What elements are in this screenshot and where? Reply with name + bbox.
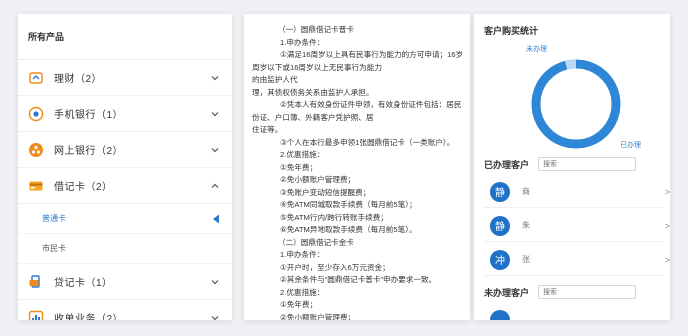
sidebar-item-debit-card[interactable]: 借记卡（2） [18, 168, 232, 204]
chevron-down-icon[interactable] [210, 73, 220, 83]
description-line: ②凭本人有效身份证件申领，有效身份证件包括：居民身 [280, 100, 462, 109]
sidebar-item-label: 贷记卡（1） [54, 278, 113, 289]
chevron-down-icon[interactable] [210, 277, 220, 287]
description-line: 理，其债权债务关系由监护人承担。 [252, 87, 374, 97]
customer-name: 张 [522, 255, 530, 264]
customer-row[interactable]: 静 商 > [484, 176, 670, 208]
avatar [490, 310, 510, 320]
customer-name: 商 [522, 187, 530, 196]
description-line: ⑥免ATM异地取款手续费（每月前5笔）。 [280, 225, 417, 234]
description-line: ③个人在本行最多申领1张圆鼎借记卡（一类账户）。 [280, 137, 455, 147]
chevron-right-icon[interactable]: > [665, 187, 670, 197]
description-line: 1.申办条件： [280, 37, 325, 47]
wallet-icon [28, 70, 44, 86]
product-description: （一）圆鼎借记卡普卡 1.申办条件： ①满足16周岁以上具有民事行为能力的方可申请；… [244, 14, 470, 320]
notdone-customers-title: 未办理客户 [484, 288, 530, 298]
description-line: 2.优惠措施： [280, 150, 325, 159]
subitem-regular-card[interactable]: 普通卡 [18, 204, 232, 234]
description-line: （二）圆鼎借记卡金卡 [278, 237, 354, 247]
description-line: ②免小额账户管理费； [280, 312, 356, 321]
subitem-label: 普通卡 [42, 214, 66, 223]
done-search-input[interactable] [538, 157, 636, 171]
sidebar-title: 所有产品 [18, 14, 232, 60]
avatar: 冲 [490, 249, 510, 270]
description-line: ④免ATM同城取款手续费（每月前5笔）； [280, 200, 417, 209]
description-line: 1.申办条件： [280, 250, 325, 259]
sidebar-item-credit-card[interactable]: 贷记卡（1） [18, 264, 232, 300]
donut-label-unpurchased: 未办理 [526, 46, 547, 53]
donut-unpurchased-slice [564, 59, 577, 70]
acquiring-chart-icon [28, 310, 44, 320]
sidebar-item-acquiring[interactable]: 收单业务（2） [18, 300, 232, 320]
mobile-bank-icon [28, 106, 44, 122]
done-customers-title: 已办理客户 [484, 160, 530, 170]
subitem-citizen-card[interactable]: 市民卡 [18, 234, 232, 264]
avatar: 静 [490, 181, 510, 202]
purchase-donut-chart [531, 59, 621, 149]
sidebar-item-label: 收单业务（2） [54, 314, 124, 320]
description-text: （一）圆鼎借记卡普卡 1.申办条件： ①满足16周岁以上具有民事行为能力的方可申请；… [252, 24, 462, 320]
donut-label-purchased: 已办理 [620, 142, 641, 149]
chevron-down-icon[interactable] [210, 313, 220, 321]
description-line: ①满足16周岁以上具有民事行为能力的方可申请；16岁 [280, 50, 462, 59]
description-line: ②免小额账户管理费； [280, 175, 356, 184]
description-line: 住证等。 [252, 125, 283, 134]
credit-card-icon [28, 274, 44, 290]
active-caret-icon [213, 214, 219, 223]
debit-card-icon [28, 178, 44, 194]
sidebar-item-mobile-bank[interactable]: 手机银行（1） [18, 96, 232, 132]
sidebar-item-wealth[interactable]: 理财（2） [18, 60, 232, 96]
customer-row[interactable]: 静 朱 > [484, 210, 670, 242]
chevron-down-icon[interactable] [210, 145, 220, 155]
description-line: ②其余条件与“圆鼎借记卡普卡”申办要求一致。 [280, 275, 437, 284]
description-line: ①开户时，至少存入6万元资金； [280, 262, 390, 272]
product-sidebar: 所有产品 理财（2） 手机银行（1） 网上银行（2） 借记卡（2） 普通卡 市民… [18, 14, 232, 320]
subitem-label: 市民卡 [42, 244, 66, 253]
description-line: 份证、户口簿、外籍客户凭护照、居 [252, 112, 374, 122]
description-line: ⑤免ATM行内/跨行转账手续费； [280, 212, 388, 222]
chevron-down-icon[interactable] [210, 109, 220, 119]
chevron-right-icon[interactable]: > [665, 221, 670, 231]
description-line: 周岁以下或16周岁以上无民事行为能力 [252, 62, 382, 72]
customer-row[interactable] [484, 304, 664, 320]
sidebar-item-online-bank[interactable]: 网上银行（2） [18, 132, 232, 168]
chevron-right-icon[interactable]: > [665, 255, 670, 265]
notdone-search-input[interactable] [538, 285, 636, 299]
customer-name: 朱 [522, 221, 530, 230]
description-line: ③免账户变动短信提醒费； [280, 187, 371, 197]
online-bank-icon [28, 142, 44, 158]
sidebar-item-label: 借记卡（2） [54, 182, 113, 193]
description-line: 2.优惠措施： [280, 287, 325, 297]
customer-stats-panel: 客户购买统计 未办理 已办理 已办理客户 静 商 > 静 朱 > 冲 张 > 未… [474, 14, 670, 320]
donut-purchased-ring [531, 59, 621, 149]
sidebar-item-label: 理财（2） [54, 74, 103, 85]
customer-row[interactable]: 冲 张 > [484, 244, 670, 276]
sidebar-item-label: 手机银行（1） [54, 110, 124, 121]
sidebar-item-label: 网上银行（2） [54, 146, 124, 157]
description-line: 的由监护人代 [252, 75, 298, 84]
chevron-up-icon[interactable] [210, 181, 220, 191]
avatar: 静 [490, 215, 510, 236]
description-line: ①免年费； [280, 162, 318, 172]
description-line: （一）圆鼎借记卡普卡 [278, 25, 354, 34]
description-line: ①免年费； [280, 300, 318, 309]
